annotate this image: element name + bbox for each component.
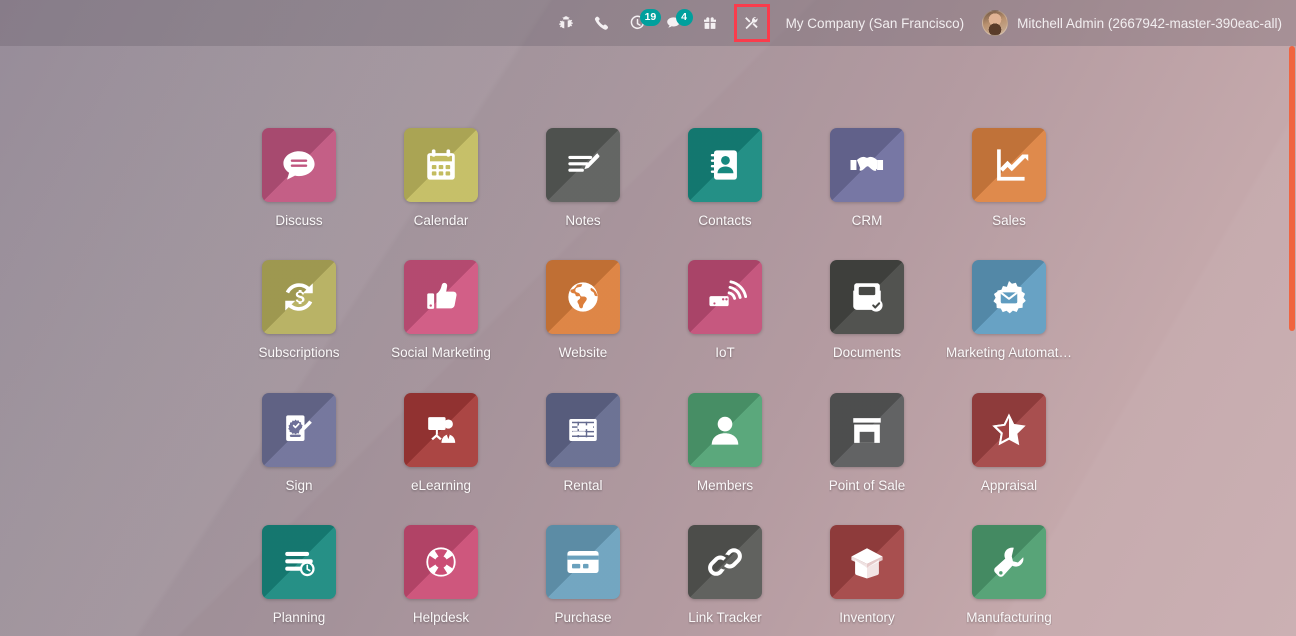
app-tile-point-of-sale[interactable]: Point of Sale	[796, 392, 938, 504]
app-tile-planning[interactable]: Planning	[228, 524, 370, 636]
messages-icon[interactable]: 4	[659, 8, 693, 38]
app-tile-helpdesk[interactable]: Helpdesk	[370, 524, 512, 636]
inventory-box-icon[interactable]	[830, 524, 904, 599]
app-tile-manufacturing[interactable]: Manufacturing	[938, 524, 1080, 636]
contacts-icon[interactable]	[688, 128, 762, 202]
app-tile-sign[interactable]: Sign	[228, 392, 370, 504]
app-tile-subscriptions[interactable]: Subscriptions	[228, 260, 370, 371]
social-marketing-icon[interactable]	[404, 260, 478, 335]
app-label: Manufacturing	[966, 609, 1052, 625]
manufacturing-wrench-icon[interactable]	[972, 524, 1046, 599]
apps-grid: Discuss Calendar Notes Contacts CRM Sales Subs…	[0, 128, 1296, 636]
app-tile-elearning[interactable]: eLearning	[370, 392, 512, 504]
helpdesk-icon[interactable]	[404, 524, 478, 599]
elearning-icon[interactable]	[404, 392, 478, 467]
calendar-icon[interactable]	[404, 128, 478, 202]
purchase-card-icon[interactable]	[546, 524, 620, 599]
subscriptions-icon[interactable]	[262, 260, 336, 335]
activity-clock-icon[interactable]: 19	[623, 8, 662, 38]
company-name[interactable]: My Company (San Francisco)	[786, 16, 965, 31]
iot-icon[interactable]	[688, 260, 762, 335]
systray-topbar: 19 4 My Company (San Francisco) Mitchell…	[0, 0, 1296, 46]
sales-chart-icon[interactable]	[972, 128, 1046, 202]
members-icon[interactable]	[688, 392, 762, 467]
user-menu[interactable]: Mitchell Admin (2667942-master-390eac-al…	[982, 10, 1282, 36]
link-tracker-icon[interactable]	[688, 524, 762, 599]
app-tile-documents[interactable]: Documents	[796, 260, 938, 371]
discuss-icon[interactable]	[262, 128, 336, 202]
point-of-sale-icon[interactable]	[830, 392, 904, 467]
app-label: Members	[696, 477, 754, 493]
rental-icon[interactable]	[546, 392, 620, 467]
app-tile-appraisal[interactable]: Appraisal	[938, 392, 1080, 504]
app-label: CRM	[851, 213, 883, 228]
documents-icon[interactable]	[830, 260, 904, 335]
crm-handshake-icon[interactable]	[830, 128, 904, 202]
notes-icon[interactable]	[546, 128, 620, 202]
app-label: Calendar	[413, 213, 469, 228]
app-label: Link Tracker	[688, 609, 762, 625]
app-tile-notes[interactable]: Notes	[512, 128, 654, 239]
app-label: Documents	[832, 345, 902, 361]
app-tile-members[interactable]: Members	[654, 392, 796, 504]
app-label: Helpdesk	[412, 609, 470, 625]
app-tile-calendar[interactable]: Calendar	[370, 128, 512, 239]
phone-icon[interactable]	[587, 8, 617, 38]
app-tile-discuss[interactable]: Discuss	[228, 128, 370, 239]
app-label: Notes	[565, 213, 601, 228]
app-label: IoT	[715, 345, 735, 361]
avatar	[982, 10, 1009, 36]
app-label: Subscriptions	[258, 345, 340, 361]
app-tile-rental[interactable]: Rental	[512, 392, 654, 504]
app-label: Sign	[285, 477, 313, 493]
app-tile-iot[interactable]: IoT	[654, 260, 796, 371]
app-tile-website[interactable]: Website	[512, 260, 654, 371]
marketing-automation-icon[interactable]	[972, 260, 1046, 335]
app-label: Marketing Automat…	[945, 345, 1073, 361]
appraisal-star-icon[interactable]	[972, 392, 1046, 467]
app-tile-inventory[interactable]: Inventory	[796, 524, 938, 636]
sign-icon[interactable]	[262, 392, 336, 467]
page-scrollbar-thumb[interactable]	[1289, 46, 1295, 331]
app-tile-contacts[interactable]: Contacts	[654, 128, 796, 239]
app-tile-purchase[interactable]: Purchase	[512, 524, 654, 636]
app-tile-social-marketing[interactable]: Social Marketing	[370, 260, 512, 371]
app-tile-marketing-automat[interactable]: Marketing Automat…	[938, 260, 1080, 371]
app-tile-link-tracker[interactable]: Link Tracker	[654, 524, 796, 636]
app-tile-crm[interactable]: CRM	[796, 128, 938, 239]
tools-icon[interactable]	[733, 4, 770, 42]
website-globe-icon[interactable]	[546, 260, 620, 335]
app-label: Social Marketing	[391, 345, 491, 361]
app-label: Sales	[992, 213, 1026, 228]
gift-icon[interactable]	[695, 8, 725, 38]
app-label: Point of Sale	[828, 477, 906, 493]
planning-icon[interactable]	[262, 524, 336, 599]
app-tile-sales[interactable]: Sales	[938, 128, 1080, 239]
page-scrollbar-track[interactable]	[1288, 0, 1296, 636]
app-label: Rental	[563, 477, 603, 493]
bug-icon[interactable]	[551, 8, 581, 38]
app-label: Inventory	[839, 609, 895, 625]
app-label: eLearning	[410, 477, 472, 493]
app-label: Contacts	[698, 213, 752, 228]
messages-badge: 4	[675, 9, 693, 26]
app-label: Discuss	[275, 213, 323, 228]
app-label: Planning	[272, 609, 326, 625]
app-label: Purchase	[554, 609, 612, 625]
user-name: Mitchell Admin (2667942-master-390eac-al…	[1017, 15, 1282, 31]
app-label: Appraisal	[980, 477, 1038, 493]
app-label: Website	[558, 345, 608, 361]
